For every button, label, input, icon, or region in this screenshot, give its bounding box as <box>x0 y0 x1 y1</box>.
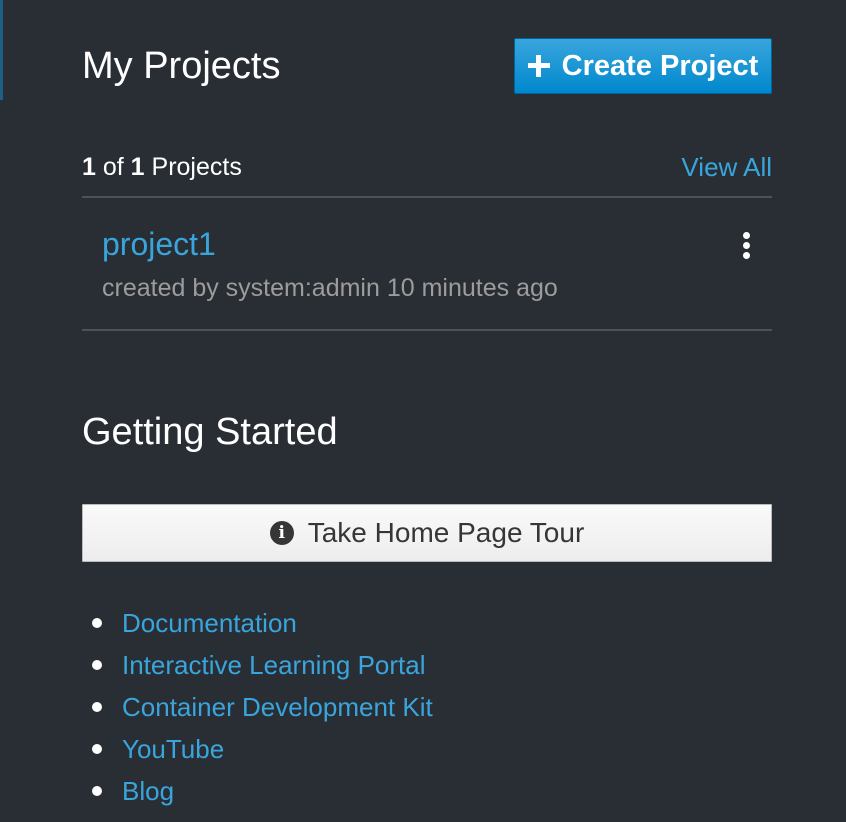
bullet-icon <box>92 618 102 628</box>
view-all-link[interactable]: View All <box>681 150 772 184</box>
project-count-suffix: Projects <box>151 153 242 181</box>
project-count-total: 1 <box>130 153 145 181</box>
bullet-icon <box>92 702 102 712</box>
create-project-button[interactable]: Create Project <box>514 38 772 94</box>
getting-started-title: Getting Started <box>82 411 338 453</box>
info-circle-icon: i <box>269 521 294 545</box>
list-item: Interactive Learning Portal <box>92 644 433 686</box>
project-list-item: project1 created by system:admin 10 minu… <box>82 198 772 330</box>
my-projects-header: My Projects Create Project <box>82 38 772 94</box>
divider <box>82 329 772 331</box>
take-tour-label: Take Home Page Tour <box>307 517 585 548</box>
project-count: 1 of 1 Projects <box>82 150 242 184</box>
project-created-info: created by system:admin 10 minutes ago <box>102 274 558 302</box>
take-tour-button[interactable]: i Take Home Page Tour <box>82 504 772 562</box>
bullet-icon <box>92 786 102 796</box>
project-count-row: 1 of 1 Projects View All <box>82 150 772 184</box>
documentation-link[interactable]: Documentation <box>122 608 297 638</box>
bullet-icon <box>92 744 102 754</box>
create-project-label: Create Project <box>561 49 759 82</box>
list-item: Blog <box>92 770 433 812</box>
project-name-link[interactable]: project1 <box>102 224 216 264</box>
bullet-icon <box>92 660 102 670</box>
page-title: My Projects <box>82 45 281 87</box>
list-item: Container Development Kit <box>92 686 433 728</box>
youtube-link[interactable]: YouTube <box>122 734 224 764</box>
project-count-of: of <box>102 153 124 181</box>
project-count-current: 1 <box>82 153 96 181</box>
getting-started-links: Documentation Interactive Learning Porta… <box>82 602 433 812</box>
container-development-kit-link[interactable]: Container Development Kit <box>122 692 433 722</box>
interactive-learning-portal-link[interactable]: Interactive Learning Portal <box>122 650 426 680</box>
list-item: YouTube <box>92 728 433 770</box>
left-edge-accent <box>0 0 3 100</box>
list-item: Documentation <box>92 602 433 644</box>
plus-icon <box>527 55 550 77</box>
blog-link[interactable]: Blog <box>122 776 174 806</box>
kebab-menu-icon[interactable] <box>740 232 752 260</box>
